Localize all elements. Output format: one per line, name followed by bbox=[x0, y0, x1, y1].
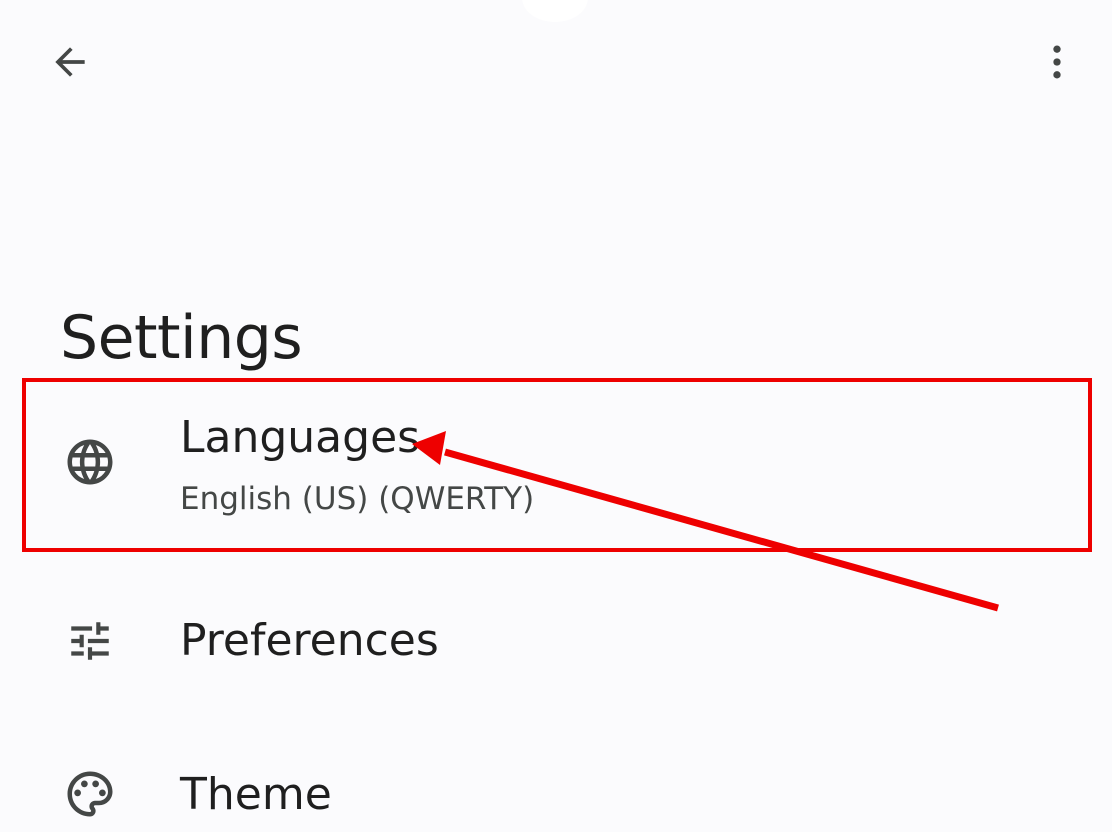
globe-icon bbox=[60, 432, 120, 492]
settings-item-title: Theme bbox=[180, 769, 332, 820]
settings-screen: Settings Languages English (US) (QWERTY)… bbox=[0, 0, 1112, 832]
more-vert-icon bbox=[1035, 40, 1079, 88]
tune-sliders-icon bbox=[60, 611, 120, 671]
page-title: Settings bbox=[60, 303, 303, 374]
settings-item-theme[interactable]: Theme bbox=[0, 734, 1112, 832]
settings-item-title: Preferences bbox=[180, 615, 439, 666]
back-button[interactable] bbox=[40, 36, 100, 92]
arrow-back-icon bbox=[48, 40, 92, 88]
settings-item-title: Languages bbox=[180, 412, 421, 463]
settings-item-preferences[interactable]: Preferences bbox=[0, 580, 1112, 700]
settings-item-subtitle: English (US) (QWERTY) bbox=[180, 481, 535, 517]
settings-item-languages[interactable]: Languages English (US) (QWERTY) bbox=[0, 378, 1112, 548]
palette-icon bbox=[60, 764, 120, 824]
more-options-button[interactable] bbox=[1030, 36, 1084, 92]
camera-cutout bbox=[522, 0, 588, 22]
